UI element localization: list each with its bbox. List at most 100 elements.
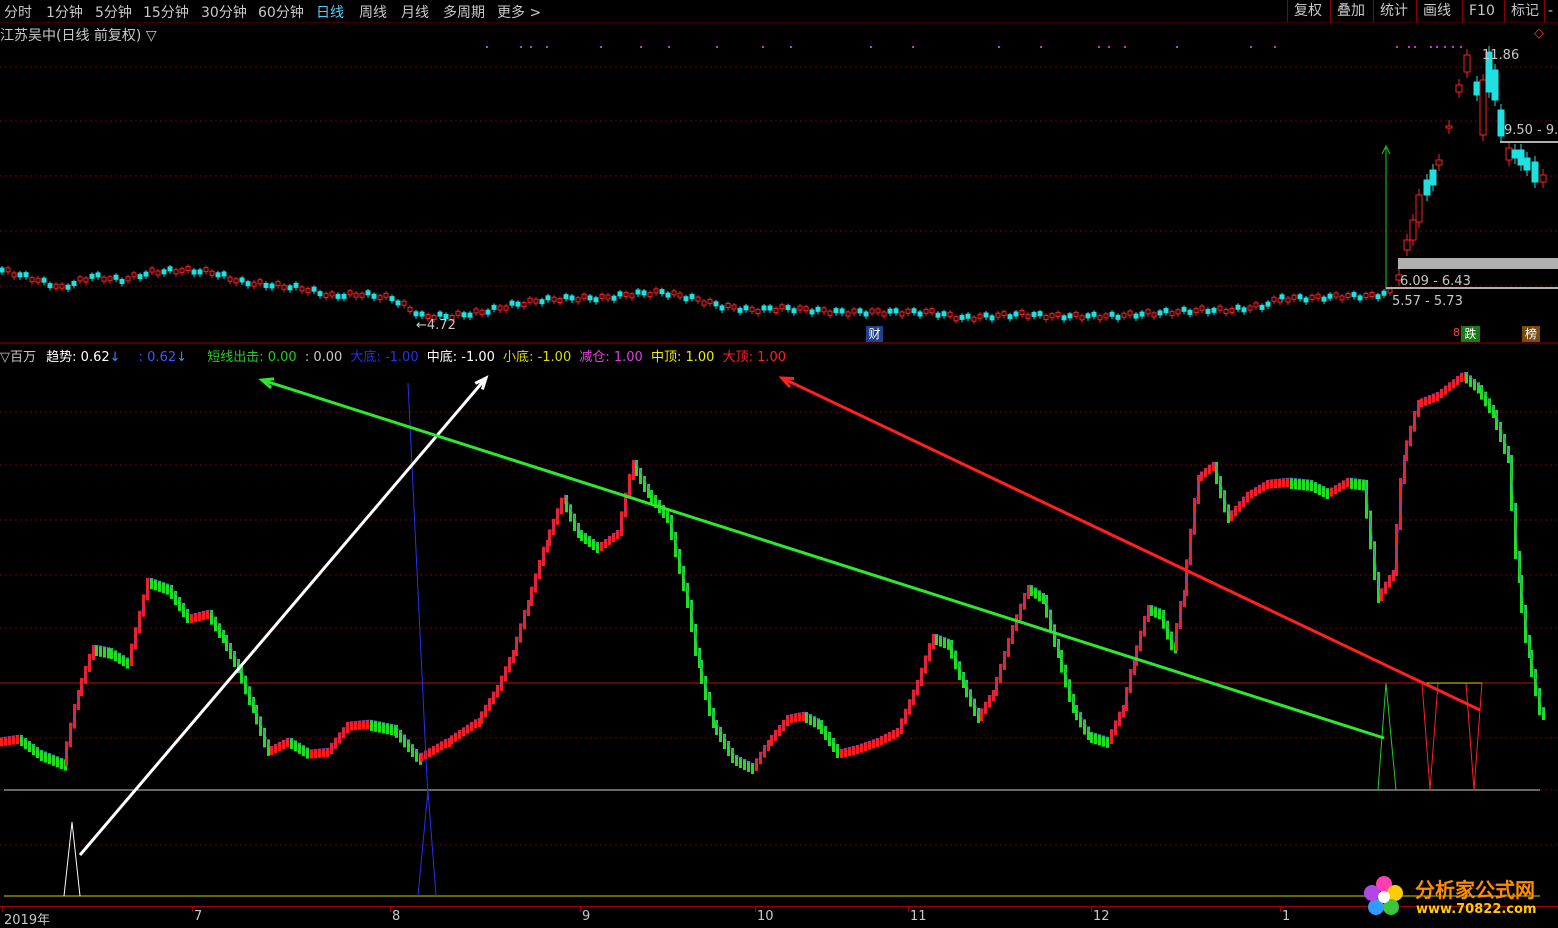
candle-body: [419, 311, 425, 317]
candle-body: [1223, 309, 1229, 315]
big-bottom-value: : -1.00: [376, 350, 419, 365]
candle-body: [1423, 179, 1431, 196]
diamond-icon[interactable]: ◇: [1534, 26, 1544, 41]
restore-rights-button[interactable]: 复权: [1287, 0, 1328, 22]
candle-body: [1115, 314, 1121, 320]
overlay-button[interactable]: 叠加: [1330, 0, 1371, 22]
candle-body: [5, 267, 11, 273]
candle-body: [485, 309, 491, 315]
candle-body: [1539, 174, 1547, 183]
marker-dot: [640, 46, 642, 48]
candle-body: [233, 278, 239, 284]
tab-1min[interactable]: 1分钟: [46, 2, 83, 22]
fall-tag[interactable]: 跌: [1461, 326, 1480, 342]
indicator-name[interactable]: ▽百万: [0, 350, 36, 365]
oscillator-bar: [40, 750, 43, 761]
candle-body: [131, 272, 137, 278]
candle-body: [947, 311, 953, 317]
oscillator-bar: [150, 578, 153, 589]
stock-title[interactable]: 江苏吴中(日线 前复权) ▽: [0, 25, 157, 45]
tab-daily[interactable]: 日线: [316, 2, 344, 22]
oscillator-bar: [354, 721, 357, 731]
candle-body: [11, 272, 17, 278]
candle-body: [845, 311, 851, 317]
oscillator-bar: [1306, 479, 1309, 491]
candle-body: [407, 306, 413, 312]
tab-monthly[interactable]: 月线: [401, 2, 429, 22]
candle-body: [785, 305, 791, 311]
marker-dot: [1436, 46, 1438, 48]
x-tick-mark: [192, 907, 193, 912]
mid-bottom-label: 中底: [426, 350, 453, 365]
tab-more[interactable]: 更多 >: [497, 2, 541, 22]
candle-body: [527, 297, 533, 303]
candle-body: [899, 311, 905, 317]
candle-body: [1235, 304, 1241, 310]
candle-body: [893, 308, 899, 314]
candle-body: [983, 312, 989, 318]
candle-body: [377, 295, 383, 301]
candle-body: [221, 271, 227, 277]
tab-weekly[interactable]: 周线: [359, 2, 387, 22]
tab-fenshi[interactable]: 分时: [4, 2, 32, 22]
mark-button[interactable]: 标记: [1504, 0, 1545, 22]
marker-dot: [1108, 46, 1110, 48]
marker-dot: [1274, 46, 1276, 48]
x-tick-label: 2019年: [4, 913, 51, 928]
candle-body: [863, 311, 869, 317]
oscillator-bar: [1350, 478, 1353, 489]
candle-body: [287, 285, 293, 291]
range-mid-label: 6.09 - 6.43: [1400, 274, 1471, 289]
tab-15min[interactable]: 15分钟: [143, 2, 189, 22]
candle-body: [599, 293, 605, 299]
candle-body: [1455, 84, 1463, 93]
tab-5min[interactable]: 5分钟: [95, 2, 132, 22]
oscillator-bar: [939, 635, 942, 647]
kline-chart-canvas[interactable]: [0, 0, 1558, 927]
f10-button[interactable]: F10: [1462, 0, 1501, 22]
period-toolbar: 分时 1分钟 5分钟 15分钟 30分钟 60分钟 日线 周线 月线 多周期 更…: [0, 0, 1558, 23]
candle-body: [797, 305, 803, 311]
oscillator-bar: [1290, 478, 1293, 489]
candle-body: [1315, 293, 1321, 299]
candle-body: [89, 273, 95, 279]
candle-body: [1205, 309, 1211, 315]
candle-body: [683, 296, 689, 302]
candle-body: [455, 310, 461, 316]
tab-30min[interactable]: 30分钟: [201, 2, 247, 22]
candle-body: [1049, 313, 1055, 319]
candle-body: [959, 314, 965, 320]
draw-line-button[interactable]: 画线: [1416, 0, 1457, 22]
tab-60min[interactable]: 60分钟: [258, 2, 304, 22]
date-axis: 2019年 7 8 9 10 11 12 1: [0, 906, 1558, 928]
candle-body: [1327, 293, 1333, 299]
statistics-button[interactable]: 统计: [1373, 0, 1414, 22]
marker-dot: [716, 46, 718, 48]
finance-badge[interactable]: 财: [866, 326, 883, 342]
tab-multi-period[interactable]: 多周期: [443, 2, 485, 22]
oscillator-bar: [362, 720, 365, 730]
candle-body: [1435, 159, 1443, 166]
marker-dot: [546, 46, 548, 48]
list-tag[interactable]: 榜: [1522, 326, 1540, 342]
marker-dot: [762, 46, 764, 48]
oscillator-bar: [1106, 736, 1109, 748]
marker-dot: [530, 46, 532, 48]
candle-body: [1127, 310, 1133, 316]
candle-body: [1187, 309, 1193, 315]
candle-body: [119, 278, 125, 284]
candle-body: [1321, 296, 1327, 302]
reduce-position-label: 减仓: [579, 350, 606, 365]
candle-body: [281, 284, 287, 290]
oscillator-bar: [390, 724, 393, 735]
x-tick-mark: [2, 907, 3, 912]
candle-body: [581, 293, 587, 299]
oscillator-bar: [1362, 479, 1365, 491]
trend2-value: : 0.62: [138, 350, 177, 365]
trend-down-arrow-icon: ↓: [109, 350, 121, 365]
mid-top-value: : 1.00: [677, 350, 715, 365]
oscillator-bar: [8, 736, 11, 746]
minimize-button[interactable]: -: [1544, 0, 1556, 22]
oscillator-bar: [370, 720, 373, 731]
candle-body: [779, 304, 785, 310]
